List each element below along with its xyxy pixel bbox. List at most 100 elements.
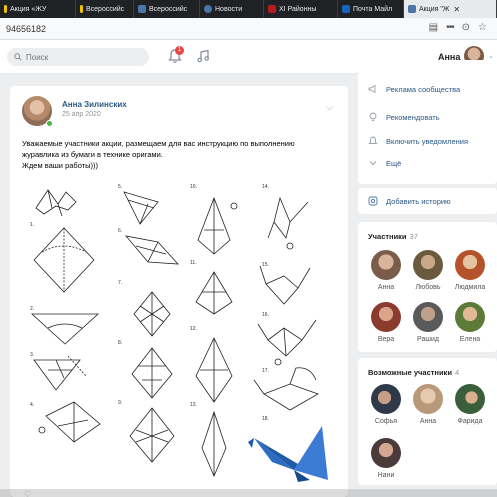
possible-participant[interactable]: Нани xyxy=(366,438,406,479)
avatar[interactable] xyxy=(455,302,485,332)
participant[interactable]: Рашид xyxy=(408,302,448,343)
participant-name[interactable]: Людмила xyxy=(450,284,490,291)
search-input[interactable] xyxy=(26,52,136,62)
participant[interactable]: Любовь xyxy=(408,250,448,291)
more-icon[interactable]: ••• xyxy=(446,22,454,33)
participant-name[interactable]: Любовь xyxy=(408,284,448,291)
participant[interactable]: Елена xyxy=(450,302,490,343)
participants-count: 37 xyxy=(409,232,418,241)
participant-name[interactable]: Нани xyxy=(366,472,406,479)
possible-participants-block: Возможные участники 4 Софья Анна Фарида Н… xyxy=(358,358,497,485)
step-number: 11. xyxy=(190,260,197,266)
step-number: 1. xyxy=(30,222,34,228)
menu-item-notifications[interactable]: Включить уведомления xyxy=(368,136,468,146)
step-number: 8. xyxy=(118,340,122,346)
origami-step-diagram xyxy=(30,313,100,345)
possible-participant[interactable]: Софья xyxy=(366,384,406,425)
menu-item-label: Включить уведомления xyxy=(386,136,469,146)
participant-name[interactable]: Анна xyxy=(408,418,448,425)
participant-name[interactable]: Рашид xyxy=(408,336,448,343)
origami-step-diagram xyxy=(259,265,311,305)
participant[interactable]: Вера xyxy=(366,302,406,343)
participant-name[interactable]: Вера xyxy=(366,336,406,343)
origami-step-diagram xyxy=(257,319,317,366)
post-author[interactable]: Анна Зилинских xyxy=(62,100,127,109)
notification-badge: 1 xyxy=(175,46,184,55)
reader-icon[interactable]: ▤ xyxy=(429,22,438,33)
browser-tab[interactable]: Всероссийс xyxy=(76,0,134,18)
music-icon[interactable] xyxy=(197,49,210,63)
step-number: 13. xyxy=(190,402,197,408)
participant[interactable]: Анна xyxy=(366,250,406,291)
origami-crane-instructions-image[interactable]: 1. 2. 3. 4. 5. 6. 7. 8. 9. 10. 11. 12. 1… xyxy=(28,180,330,490)
post-text-line: Уважаемые участники акции, размещаем для… xyxy=(22,139,295,148)
address-bar[interactable]: 94656182 ▤ ••• ⊙ ☆ xyxy=(0,18,497,40)
tab-favicon-icon xyxy=(138,5,146,13)
tab-favicon-icon xyxy=(342,5,350,13)
add-story-button[interactable]: Добавить историю xyxy=(368,196,451,206)
add-story-label: Добавить историю xyxy=(386,196,451,206)
post-text-line: журавлика из бумаги в технике оригами. xyxy=(22,150,163,159)
star-icon[interactable]: ☆ xyxy=(478,22,487,33)
tab-favicon-icon xyxy=(408,5,416,13)
post-menu-chevron-icon[interactable]: ⌵ xyxy=(326,102,333,113)
origami-step-diagram xyxy=(195,271,233,315)
menu-item-label: Ещё xyxy=(386,158,402,168)
chevron-down-icon[interactable]: ⌄ xyxy=(488,52,494,60)
close-tab-icon[interactable]: ✕ xyxy=(453,5,460,14)
tab-favicon-icon xyxy=(204,5,212,13)
participant-name[interactable]: Анна xyxy=(366,284,406,291)
add-story-card[interactable]: Добавить историю xyxy=(358,188,497,214)
possible-participants-title[interactable]: Возможные участники 4 xyxy=(368,368,459,377)
megaphone-icon xyxy=(368,84,376,94)
avatar[interactable] xyxy=(413,302,443,332)
step-number: 18. xyxy=(262,416,269,422)
origami-step-diagram xyxy=(133,291,171,337)
participant-name[interactable]: Фарида xyxy=(450,418,490,425)
avatar[interactable] xyxy=(371,384,401,414)
online-indicator xyxy=(46,120,53,127)
chevron-down-icon xyxy=(369,161,377,166)
wall-post: Анна Зилинских 25 апр 2020 ⌵ Уважаемые у… xyxy=(10,86,348,497)
avatar[interactable] xyxy=(455,250,485,280)
avatar[interactable] xyxy=(371,438,401,468)
avatar[interactable] xyxy=(455,384,485,414)
menu-item-ads[interactable]: Реклама сообщества xyxy=(368,84,460,94)
post-text: Уважаемые участники акции, размещаем для… xyxy=(22,138,340,171)
tab-favicon-icon xyxy=(268,5,276,13)
step-number: 7. xyxy=(118,280,122,286)
possible-participant[interactable]: Фарида xyxy=(450,384,490,425)
step-number: 10. xyxy=(190,184,197,190)
avatar[interactable] xyxy=(371,250,401,280)
participant-name[interactable]: Елена xyxy=(450,336,490,343)
step-number: 4. xyxy=(30,402,34,408)
participant-name[interactable]: Софья xyxy=(366,418,406,425)
post-date[interactable]: 25 апр 2020 xyxy=(62,111,101,118)
avatar[interactable] xyxy=(413,384,443,414)
browser-tab[interactable]: Акция «ЖУ xyxy=(0,0,76,18)
bell-icon xyxy=(368,136,378,144)
menu-item-more[interactable]: Ещё xyxy=(368,158,401,168)
step-number: 12. xyxy=(190,326,197,332)
browser-tab[interactable]: Почта Майл xyxy=(338,0,404,18)
browser-tab[interactable]: XI Районны xyxy=(264,0,338,18)
search-box[interactable] xyxy=(7,48,149,66)
origami-step-diagram xyxy=(35,189,77,217)
step-number: 16. xyxy=(262,312,269,318)
step-number: 5. xyxy=(118,184,122,190)
possible-participant[interactable]: Анна xyxy=(408,384,448,425)
participant[interactable]: Людмила xyxy=(450,250,490,291)
menu-item-recommend[interactable]: Рекомендовать xyxy=(368,112,440,122)
browser-tab[interactable]: Всероссийс xyxy=(134,0,200,18)
url-text[interactable]: 94656182 xyxy=(6,24,46,34)
pocket-icon[interactable]: ⊙ xyxy=(462,22,470,33)
avatar[interactable] xyxy=(371,302,401,332)
browser-tab[interactable]: Новости xyxy=(200,0,264,18)
possible-participants-count: 4 xyxy=(454,368,460,377)
lightbulb-icon xyxy=(369,112,377,121)
participants-title[interactable]: Участники 37 xyxy=(368,232,418,241)
community-actions-menu: Реклама сообщества Рекомендовать Включит… xyxy=(358,60,497,184)
browser-tab-active[interactable]: Акция "Ж ✕ xyxy=(404,0,497,18)
avatar[interactable] xyxy=(413,250,443,280)
step-number: 9. xyxy=(118,400,122,406)
